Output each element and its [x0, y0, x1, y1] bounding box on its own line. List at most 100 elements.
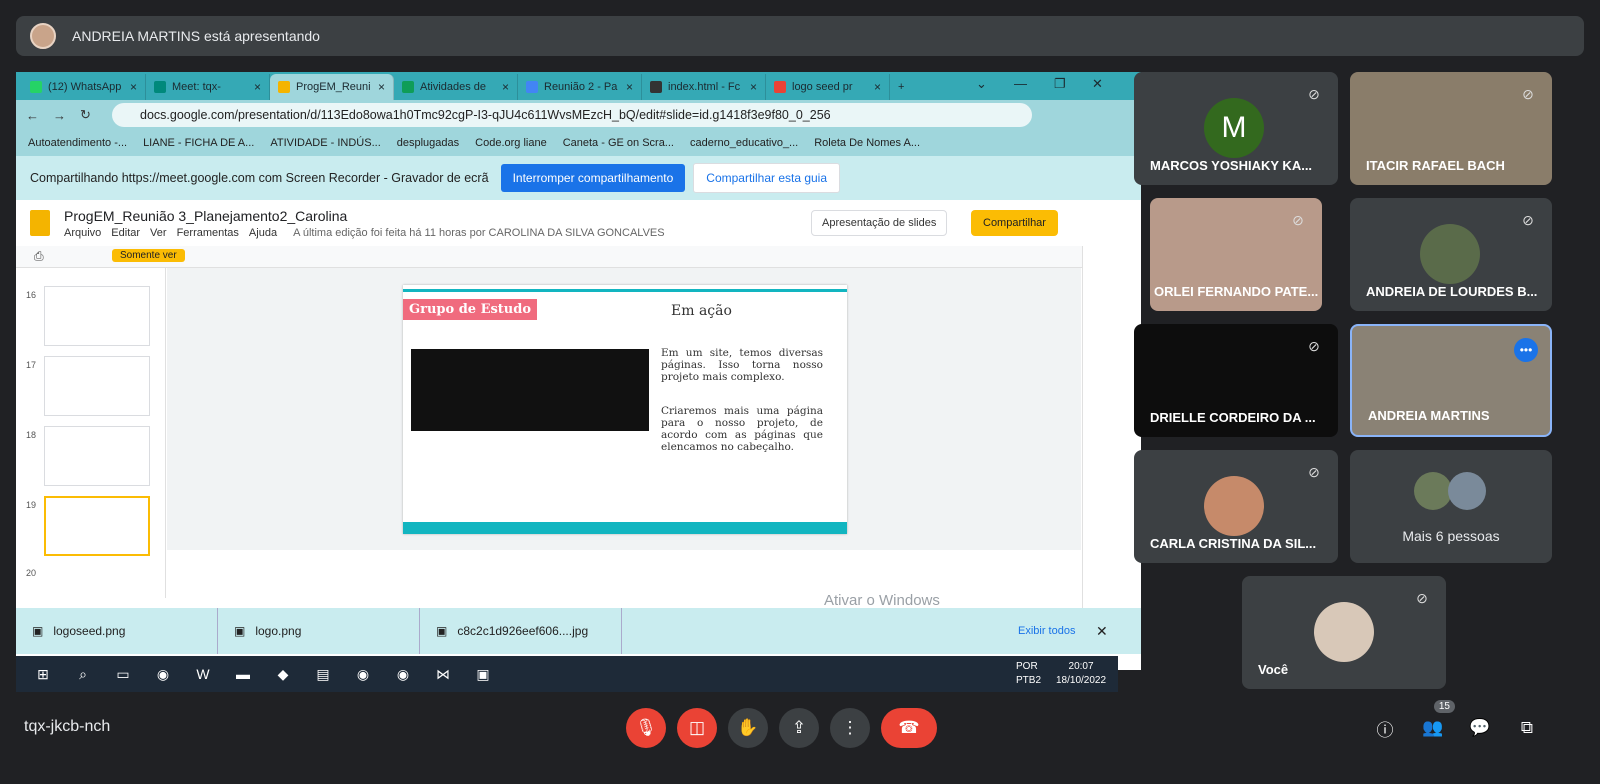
tab-google[interactable]: logo seed pr ×: [766, 74, 890, 100]
task-view-icon[interactable]: ▭: [106, 658, 140, 690]
menu-item[interactable]: Ajuda: [249, 227, 277, 239]
print-icon[interactable]: ⎙: [34, 249, 44, 264]
back-icon[interactable]: ←: [26, 108, 39, 123]
participant-tile[interactable]: ⊘ DRIELLE CORDEIRO DA ...: [1134, 324, 1338, 437]
participant-tile[interactable]: ⊘ ITACIR RAFAEL BACH: [1350, 72, 1552, 185]
close-icon[interactable]: ×: [502, 80, 509, 94]
menu-item[interactable]: Ver: [150, 227, 167, 239]
more-options-icon[interactable]: •••: [1514, 338, 1538, 362]
new-tab-button[interactable]: +: [890, 74, 930, 100]
slide-thumbnail-selected[interactable]: [44, 496, 150, 556]
info-icon[interactable]: ⓘ: [1365, 708, 1405, 748]
menu-item[interactable]: Arquivo: [64, 227, 101, 239]
keyboard-language[interactable]: POR PTB2: [1016, 660, 1041, 688]
tab-meet[interactable]: Meet: tqx- ×: [146, 74, 270, 100]
menu-item[interactable]: Ferramentas: [177, 227, 239, 239]
mic-off-icon: ⊘: [1308, 464, 1320, 480]
participant-tile-active[interactable]: ••• ANDREIA MARTINS: [1350, 324, 1552, 437]
close-icon[interactable]: ×: [130, 80, 137, 94]
self-tile[interactable]: ⊘ Você: [1242, 576, 1446, 689]
avatar: [1414, 472, 1452, 510]
mic-off-button[interactable]: 🎙: [626, 708, 666, 748]
participant-tile[interactable]: M ⊘ MARCOS YOSHIAKY KA...: [1134, 72, 1338, 185]
slide-thumbnail[interactable]: [44, 426, 150, 486]
chrome-icon[interactable]: ◉: [346, 658, 380, 690]
download-item[interactable]: ▣ logoseed.png: [16, 608, 218, 654]
doc-title[interactable]: ProgEM_Reunião 3_Planejamento2_Carolina: [64, 208, 347, 224]
people-icon[interactable]: 👥 15: [1413, 700, 1455, 748]
bookmark[interactable]: LIANE - FICHA DE A...: [143, 137, 254, 149]
bookmark[interactable]: Caneta - GE on Scra...: [563, 137, 674, 149]
close-icon[interactable]: ×: [378, 80, 385, 94]
bookmark[interactable]: Autoatendimento -...: [28, 137, 127, 149]
more-options-button[interactable]: ⋮: [830, 708, 870, 748]
minimize-icon[interactable]: —: [1014, 76, 1027, 91]
last-edit-text[interactable]: A última edição foi feita há 11 horas po…: [293, 227, 665, 239]
bookmark[interactable]: Roleta De Nomes A...: [814, 137, 920, 149]
tab-sheets[interactable]: Atividades de ×: [394, 74, 518, 100]
bookmark[interactable]: desplugadas: [397, 137, 459, 149]
close-icon[interactable]: ×: [874, 80, 881, 94]
raise-hand-button[interactable]: ✋: [728, 708, 768, 748]
stop-sharing-button[interactable]: Interromper compartilhamento: [500, 164, 686, 192]
tab-drive[interactable]: Reunião 2 - Pa ×: [518, 74, 642, 100]
screen-recorder-icon[interactable]: ▣: [466, 658, 500, 690]
bookmark[interactable]: Code.org liane: [475, 137, 547, 149]
google-icon: [774, 81, 786, 93]
more-people-tile[interactable]: Mais 6 pessoas: [1350, 450, 1552, 563]
tab-index[interactable]: index.html - Fc ×: [642, 74, 766, 100]
participant-tile[interactable]: ⊘ ORLEI FERNANDO PATE...: [1150, 198, 1322, 311]
image-file-icon: ▣: [234, 624, 246, 638]
download-item[interactable]: ▣ logo.png: [218, 608, 420, 654]
download-item[interactable]: ▣ c8c2c1d926eef606....jpg: [420, 608, 622, 654]
camera-off-button[interactable]: ◫: [677, 708, 717, 748]
participant-name: Você: [1258, 662, 1289, 677]
windows-start-icon[interactable]: ⊞: [26, 658, 60, 690]
reload-icon[interactable]: ↻: [80, 107, 91, 123]
vscode-icon[interactable]: ⋈: [426, 658, 460, 690]
slide-thumbnail[interactable]: [44, 356, 150, 416]
word-icon[interactable]: W: [186, 658, 220, 690]
sticky-notes-icon[interactable]: ▤: [306, 658, 340, 690]
present-screen-button[interactable]: ⇪: [779, 708, 819, 748]
close-window-icon[interactable]: ✕: [1092, 76, 1103, 92]
mic-off-icon: ⊘: [1308, 338, 1320, 354]
close-icon[interactable]: ×: [254, 80, 261, 94]
participant-tile[interactable]: ⊘ ANDREIA DE LOURDES B...: [1350, 198, 1552, 311]
slide-filmstrip: 16 17 18 19 20: [16, 268, 166, 598]
slide-number: 17: [26, 360, 37, 370]
participant-tile[interactable]: ⊘ CARLA CRISTINA DA SIL...: [1134, 450, 1338, 563]
slide-thumbnail[interactable]: [44, 286, 150, 346]
close-icon[interactable]: ×: [626, 80, 633, 94]
app-icon[interactable]: ◆: [266, 658, 300, 690]
current-slide[interactable]: Grupo de Estudo Em ação Em um site, temo…: [403, 285, 847, 534]
chrome-icon[interactable]: ◉: [146, 658, 180, 690]
chat-icon[interactable]: 💬: [1460, 708, 1500, 748]
bookmark[interactable]: ATIVIDADE - INDÚS...: [270, 137, 380, 149]
url-field[interactable]: docs.google.com/presentation/d/113Edo8ow…: [112, 103, 1032, 127]
leave-call-button[interactable]: ☎: [881, 708, 937, 748]
show-all-downloads[interactable]: Exibir todos: [1018, 625, 1075, 637]
activities-icon[interactable]: ⧉: [1507, 708, 1547, 748]
forward-icon[interactable]: →: [53, 108, 66, 123]
download-bar: ▣ logoseed.png ▣ logo.png ▣ c8c2c1d926eef60…: [16, 608, 1141, 654]
tab-search-icon[interactable]: ⌄: [976, 76, 987, 92]
slide-number: 18: [26, 430, 37, 440]
maximize-icon[interactable]: ❐: [1054, 76, 1066, 92]
side-panel-rail: [1082, 246, 1116, 608]
browser-tabs: (12) WhatsApp × Meet: tqx- × ProgEM_Reuni ×…: [16, 72, 1141, 100]
menu-item[interactable]: Editar: [111, 227, 140, 239]
share-button[interactable]: Compartilhar: [971, 210, 1058, 236]
present-button[interactable]: Apresentação de slides: [811, 210, 948, 236]
tab-whatsapp[interactable]: (12) WhatsApp ×: [22, 74, 146, 100]
bookmark[interactable]: caderno_educativo_...: [690, 137, 798, 149]
close-downloads-icon[interactable]: ✕: [1096, 623, 1108, 640]
file-explorer-icon[interactable]: ▬: [226, 658, 260, 690]
close-icon[interactable]: ×: [750, 80, 757, 94]
view-mode-button[interactable]: Somente ver: [112, 249, 185, 262]
chrome-icon[interactable]: ◉: [386, 658, 420, 690]
tab-slides[interactable]: ProgEM_Reuni ×: [270, 74, 394, 100]
share-this-tab-button[interactable]: Compartilhar esta guia: [693, 163, 841, 193]
clock[interactable]: 20:07 18/10/2022: [1056, 660, 1106, 688]
search-icon[interactable]: ⌕: [66, 658, 100, 690]
